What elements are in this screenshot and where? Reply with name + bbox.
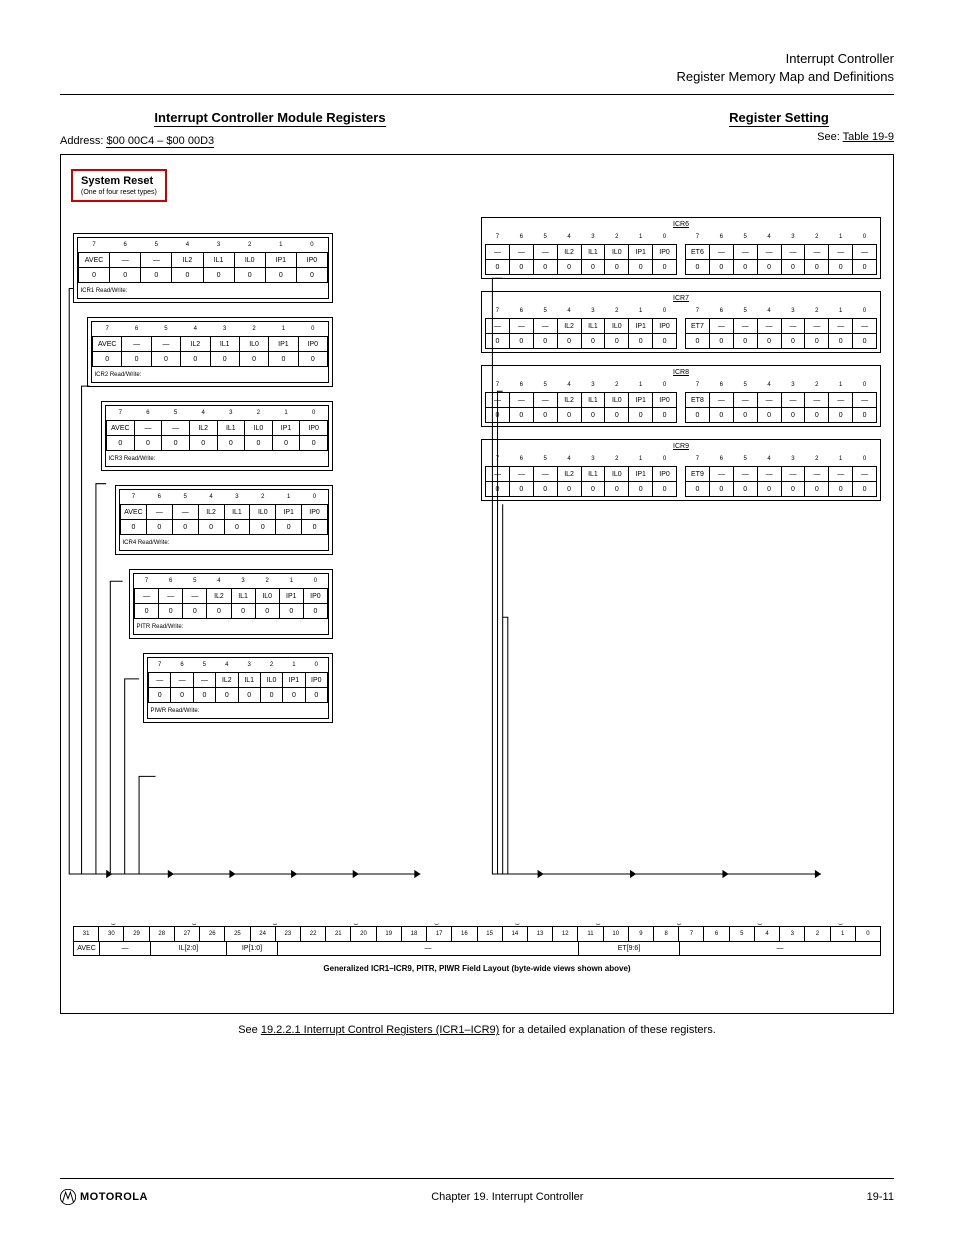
bit-21: 21 — [326, 927, 351, 941]
bottom-note: See 19.2.2.1 Interrupt Control Registers… — [60, 1024, 894, 1036]
field-et96: ET[9:6] — [579, 942, 680, 955]
regbox-icr2: 76543210AVEC——IL2IL1IL0IP1IP000000000ICR… — [87, 317, 333, 387]
regbox-icr4: 76543210AVEC——IL2IL1IL0IP1IP000000000ICR… — [115, 485, 333, 555]
footer-left: MOTOROLA — [80, 1191, 148, 1203]
bit-28: 28 — [150, 927, 175, 941]
bit-12: 12 — [553, 927, 578, 941]
bit-30: 30 — [99, 927, 124, 941]
field-il20: IL[2:0] — [151, 942, 227, 955]
reset-title: System Reset — [81, 175, 153, 187]
bit-1: 1 — [831, 927, 856, 941]
diagram-frame: System Reset (One of four reset types) 7… — [60, 154, 894, 1014]
motorola-icon — [60, 1189, 76, 1205]
bit-3: 3 — [780, 927, 805, 941]
addr-label: Address: — [60, 135, 103, 147]
bit-9: 9 — [629, 927, 654, 941]
bit-8: 8 — [654, 927, 679, 941]
bottom-caption: Generalized ICR1–ICR9, PITR, PIWR Field … — [73, 964, 881, 973]
reset-box: System Reset (One of four reset types) — [71, 169, 167, 202]
top-rule — [60, 94, 894, 95]
header-line1: Interrupt Controller — [60, 50, 894, 68]
bit-31: 31 — [74, 927, 99, 941]
reset-sub: (One of four reset types) — [81, 189, 157, 196]
bit-14: 14 — [503, 927, 528, 941]
bracket-icr6: ⏟ — [558, 918, 639, 926]
regbox-icr1: 76543210AVEC——IL2IL1IL0IP1IP000000000ICR… — [73, 233, 333, 303]
bracket-icr9: ⏟ — [800, 918, 881, 926]
motorola-logo: MOTOROLA — [60, 1189, 148, 1205]
bit-26: 26 — [200, 927, 225, 941]
icrbox-icr7: ICR776543210———IL2IL1IL0IP1IP00000000076… — [481, 291, 881, 353]
bit-10: 10 — [604, 927, 629, 941]
bit-19: 19 — [377, 927, 402, 941]
bit-2: 2 — [805, 927, 830, 941]
bit-13: 13 — [528, 927, 553, 941]
field-: — — [100, 942, 151, 955]
field-avec: AVEC — [74, 942, 100, 955]
subhead-right: Register Setting — [729, 110, 829, 127]
bit-24: 24 — [251, 927, 276, 941]
footer: MOTOROLA Chapter 19. Interrupt Controlle… — [60, 1178, 894, 1205]
footer-right: 19-11 — [867, 1191, 894, 1203]
bit-11: 11 — [578, 927, 603, 941]
bit-0: 0 — [856, 927, 880, 941]
field-ip10: IP[1:0] — [227, 942, 278, 955]
bit-7: 7 — [679, 927, 704, 941]
bracket-icr1: ⏟ — [73, 918, 154, 926]
regbox-piwr: 76543210———IL2IL1IL0IP1IP000000000PIWR R… — [143, 653, 333, 723]
bit-18: 18 — [402, 927, 427, 941]
icrbox-icr9: ICR976543210———IL2IL1IL0IP1IP00000000076… — [481, 439, 881, 501]
bit-22: 22 — [301, 927, 326, 941]
bracket-piwr: ⏟ — [477, 918, 558, 926]
field-: — — [278, 942, 579, 955]
bracket-pitr: ⏟ — [396, 918, 477, 926]
bit-4: 4 — [755, 927, 780, 941]
bit-27: 27 — [175, 927, 200, 941]
regbox-icr3: 76543210AVEC——IL2IL1IL0IP1IP000000000ICR… — [101, 401, 333, 471]
bit-6: 6 — [704, 927, 729, 941]
field-: — — [680, 942, 880, 955]
see-link: See: Table 19-9 — [664, 131, 894, 143]
bracket-icr4: ⏟ — [315, 918, 396, 926]
bit-23: 23 — [276, 927, 301, 941]
icrbox-icr6: ICR676543210———IL2IL1IL0IP1IP00000000076… — [481, 217, 881, 279]
bit-5: 5 — [730, 927, 755, 941]
bit-25: 25 — [225, 927, 250, 941]
bit-15: 15 — [478, 927, 503, 941]
header-line2: Register Memory Map and Definitions — [60, 68, 894, 86]
bracket-icr3: ⏟ — [235, 918, 316, 926]
footer-center: Chapter 19. Interrupt Controller — [431, 1191, 583, 1203]
bit-20: 20 — [351, 927, 376, 941]
bit-16: 16 — [452, 927, 477, 941]
bit-17: 17 — [427, 927, 452, 941]
regbox-pitr: 76543210———IL2IL1IL0IP1IP000000000PITR R… — [129, 569, 333, 639]
bracket-icr8: ⏟ — [719, 918, 800, 926]
bracket-icr2: ⏟ — [154, 918, 235, 926]
addr-range: $00 00C4 – $00 00D3 — [106, 135, 214, 148]
bit-29: 29 — [124, 927, 149, 941]
subhead-left: Interrupt Controller Module Registers — [154, 110, 385, 127]
bracket-icr7: ⏟ — [639, 918, 720, 926]
icrbox-icr8: ICR876543210———IL2IL1IL0IP1IP00000000076… — [481, 365, 881, 427]
